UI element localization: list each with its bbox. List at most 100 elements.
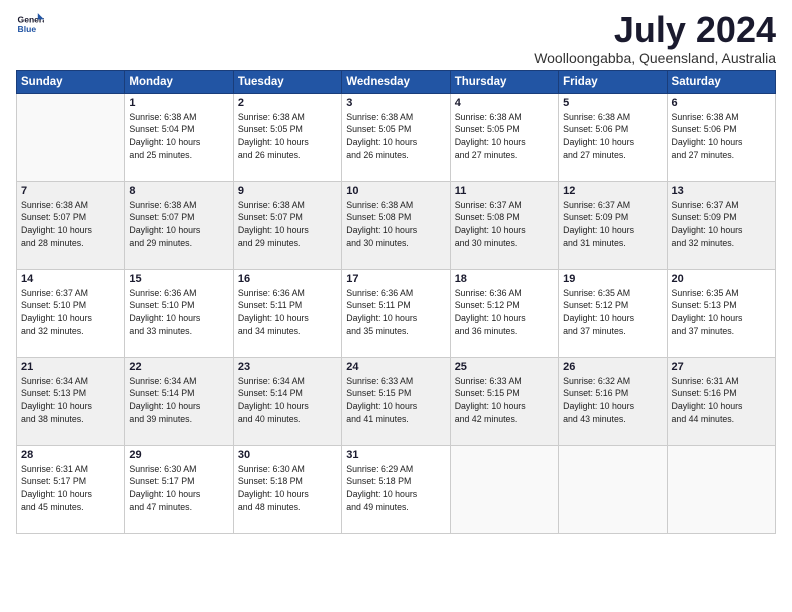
day-info: Sunrise: 6:38 AM Sunset: 5:05 PM Dayligh… bbox=[238, 111, 337, 162]
day-info: Sunrise: 6:36 AM Sunset: 5:11 PM Dayligh… bbox=[238, 287, 337, 338]
calendar-cell: 13 Sunrise: 6:37 AM Sunset: 5:09 PM Dayli… bbox=[667, 181, 775, 269]
calendar-cell: 27Sunrise: 6:31 AM Sunset: 5:16 PM Dayli… bbox=[667, 357, 775, 445]
calendar-cell: 26 Sunrise: 6:32 AM Sunset: 5:16 PM Dayli… bbox=[559, 357, 667, 445]
day-number: 5 bbox=[563, 97, 662, 109]
calendar-cell: 15 Sunrise: 6:36 AM Sunset: 5:10 PM Dayli… bbox=[125, 269, 233, 357]
day-info: Sunrise: 6:38 AM Sunset: 5:08 PM Dayligh… bbox=[346, 199, 445, 250]
weekday-header-saturday: Saturday bbox=[667, 70, 775, 93]
day-number: 31 bbox=[346, 449, 445, 461]
calendar-cell: 10Sunrise: 6:38 AM Sunset: 5:08 PM Dayli… bbox=[342, 181, 450, 269]
page: General Blue July 2024 Woolloongabba, Qu… bbox=[0, 0, 792, 612]
calendar-cell: 25 Sunrise: 6:33 AM Sunset: 5:15 PM Dayli… bbox=[450, 357, 558, 445]
day-number: 24 bbox=[346, 361, 445, 373]
calendar-cell: 8Sunrise: 6:38 AM Sunset: 5:07 PM Daylig… bbox=[125, 181, 233, 269]
calendar-cell: 20 Sunrise: 6:35 AM Sunset: 5:13 PM Dayli… bbox=[667, 269, 775, 357]
day-number: 25 bbox=[455, 361, 554, 373]
day-info: Sunrise: 6:33 AM Sunset: 5:15 PM Dayligh… bbox=[346, 375, 445, 426]
day-info: Sunrise: 6:37 AM Sunset: 5:10 PM Dayligh… bbox=[21, 287, 120, 338]
calendar-cell: 16 Sunrise: 6:36 AM Sunset: 5:11 PM Dayli… bbox=[233, 269, 341, 357]
day-number: 23 bbox=[238, 361, 337, 373]
day-number: 15 bbox=[129, 273, 228, 285]
calendar-cell bbox=[450, 445, 558, 533]
day-info: Sunrise: 6:38 AM Sunset: 5:05 PM Dayligh… bbox=[455, 111, 554, 162]
day-number: 28 bbox=[21, 449, 120, 461]
day-number: 9 bbox=[238, 185, 337, 197]
calendar-cell: 11Sunrise: 6:37 AM Sunset: 5:08 PM Dayli… bbox=[450, 181, 558, 269]
day-number: 18 bbox=[455, 273, 554, 285]
day-number: 2 bbox=[238, 97, 337, 109]
day-number: 12 bbox=[563, 185, 662, 197]
day-number: 8 bbox=[129, 185, 228, 197]
calendar-cell bbox=[559, 445, 667, 533]
day-info: Sunrise: 6:37 AM Sunset: 5:09 PM Dayligh… bbox=[672, 199, 771, 250]
day-info: Sunrise: 6:37 AM Sunset: 5:08 PM Dayligh… bbox=[455, 199, 554, 250]
day-info: Sunrise: 6:31 AM Sunset: 5:17 PM Dayligh… bbox=[21, 463, 120, 514]
day-info: Sunrise: 6:34 AM Sunset: 5:13 PM Dayligh… bbox=[21, 375, 120, 426]
calendar-cell: 21 Sunrise: 6:34 AM Sunset: 5:13 PM Dayli… bbox=[17, 357, 125, 445]
day-info: Sunrise: 6:33 AM Sunset: 5:15 PM Dayligh… bbox=[455, 375, 554, 426]
title-block: July 2024 Woolloongabba, Queensland, Aus… bbox=[534, 10, 776, 66]
weekday-header-monday: Monday bbox=[125, 70, 233, 93]
calendar-table: SundayMondayTuesdayWednesdayThursdayFrid… bbox=[16, 70, 776, 534]
logo: General Blue bbox=[16, 10, 44, 38]
calendar-cell: 12Sunrise: 6:37 AM Sunset: 5:09 PM Dayli… bbox=[559, 181, 667, 269]
day-number: 16 bbox=[238, 273, 337, 285]
calendar-cell: 17Sunrise: 6:36 AM Sunset: 5:11 PM Dayli… bbox=[342, 269, 450, 357]
calendar-cell: 31 Sunrise: 6:29 AM Sunset: 5:18 PM Dayli… bbox=[342, 445, 450, 533]
weekday-header-row: SundayMondayTuesdayWednesdayThursdayFrid… bbox=[17, 70, 776, 93]
svg-text:Blue: Blue bbox=[18, 24, 37, 34]
header: General Blue July 2024 Woolloongabba, Qu… bbox=[16, 10, 776, 66]
calendar-cell: 4 Sunrise: 6:38 AM Sunset: 5:05 PM Daylig… bbox=[450, 93, 558, 181]
calendar-cell: 3Sunrise: 6:38 AM Sunset: 5:05 PM Daylig… bbox=[342, 93, 450, 181]
calendar-cell: 9 Sunrise: 6:38 AM Sunset: 5:07 PM Daylig… bbox=[233, 181, 341, 269]
calendar-cell: 30 Sunrise: 6:30 AM Sunset: 5:18 PM Dayli… bbox=[233, 445, 341, 533]
weekday-header-tuesday: Tuesday bbox=[233, 70, 341, 93]
calendar-cell: 24 Sunrise: 6:33 AM Sunset: 5:15 PM Dayli… bbox=[342, 357, 450, 445]
day-info: Sunrise: 6:34 AM Sunset: 5:14 PM Dayligh… bbox=[238, 375, 337, 426]
day-info: Sunrise: 6:32 AM Sunset: 5:16 PM Dayligh… bbox=[563, 375, 662, 426]
calendar-cell: 1Sunrise: 6:38 AM Sunset: 5:04 PM Daylig… bbox=[125, 93, 233, 181]
day-info: Sunrise: 6:34 AM Sunset: 5:14 PM Dayligh… bbox=[129, 375, 228, 426]
calendar-week-row: 1Sunrise: 6:38 AM Sunset: 5:04 PM Daylig… bbox=[17, 93, 776, 181]
day-number: 1 bbox=[129, 97, 228, 109]
calendar-cell: 29Sunrise: 6:30 AM Sunset: 5:17 PM Dayli… bbox=[125, 445, 233, 533]
calendar-cell: 5Sunrise: 6:38 AM Sunset: 5:06 PM Daylig… bbox=[559, 93, 667, 181]
day-info: Sunrise: 6:38 AM Sunset: 5:06 PM Dayligh… bbox=[672, 111, 771, 162]
day-number: 4 bbox=[455, 97, 554, 109]
calendar-cell: 19Sunrise: 6:35 AM Sunset: 5:12 PM Dayli… bbox=[559, 269, 667, 357]
logo-icon: General Blue bbox=[16, 10, 44, 38]
calendar-cell bbox=[17, 93, 125, 181]
day-info: Sunrise: 6:30 AM Sunset: 5:18 PM Dayligh… bbox=[238, 463, 337, 514]
day-info: Sunrise: 6:35 AM Sunset: 5:13 PM Dayligh… bbox=[672, 287, 771, 338]
calendar-cell: 23 Sunrise: 6:34 AM Sunset: 5:14 PM Dayli… bbox=[233, 357, 341, 445]
day-number: 26 bbox=[563, 361, 662, 373]
calendar-cell: 18 Sunrise: 6:36 AM Sunset: 5:12 PM Dayli… bbox=[450, 269, 558, 357]
day-number: 13 bbox=[672, 185, 771, 197]
calendar-week-row: 21 Sunrise: 6:34 AM Sunset: 5:13 PM Dayli… bbox=[17, 357, 776, 445]
day-number: 14 bbox=[21, 273, 120, 285]
day-info: Sunrise: 6:36 AM Sunset: 5:12 PM Dayligh… bbox=[455, 287, 554, 338]
day-number: 20 bbox=[672, 273, 771, 285]
day-number: 22 bbox=[129, 361, 228, 373]
calendar-week-row: 28 Sunrise: 6:31 AM Sunset: 5:17 PM Dayli… bbox=[17, 445, 776, 533]
calendar-cell: 2 Sunrise: 6:38 AM Sunset: 5:05 PM Daylig… bbox=[233, 93, 341, 181]
calendar-week-row: 14 Sunrise: 6:37 AM Sunset: 5:10 PM Dayli… bbox=[17, 269, 776, 357]
weekday-header-thursday: Thursday bbox=[450, 70, 558, 93]
day-number: 19 bbox=[563, 273, 662, 285]
weekday-header-sunday: Sunday bbox=[17, 70, 125, 93]
day-info: Sunrise: 6:29 AM Sunset: 5:18 PM Dayligh… bbox=[346, 463, 445, 514]
weekday-header-wednesday: Wednesday bbox=[342, 70, 450, 93]
day-info: Sunrise: 6:30 AM Sunset: 5:17 PM Dayligh… bbox=[129, 463, 228, 514]
month-title: July 2024 bbox=[534, 10, 776, 50]
day-number: 21 bbox=[21, 361, 120, 373]
calendar-cell: 22 Sunrise: 6:34 AM Sunset: 5:14 PM Dayli… bbox=[125, 357, 233, 445]
day-info: Sunrise: 6:36 AM Sunset: 5:10 PM Dayligh… bbox=[129, 287, 228, 338]
day-number: 30 bbox=[238, 449, 337, 461]
calendar-cell: 6 Sunrise: 6:38 AM Sunset: 5:06 PM Daylig… bbox=[667, 93, 775, 181]
day-info: Sunrise: 6:36 AM Sunset: 5:11 PM Dayligh… bbox=[346, 287, 445, 338]
calendar-cell: 14 Sunrise: 6:37 AM Sunset: 5:10 PM Dayli… bbox=[17, 269, 125, 357]
day-info: Sunrise: 6:38 AM Sunset: 5:07 PM Dayligh… bbox=[238, 199, 337, 250]
calendar-week-row: 7Sunrise: 6:38 AM Sunset: 5:07 PM Daylig… bbox=[17, 181, 776, 269]
day-number: 6 bbox=[672, 97, 771, 109]
day-number: 27 bbox=[672, 361, 771, 373]
